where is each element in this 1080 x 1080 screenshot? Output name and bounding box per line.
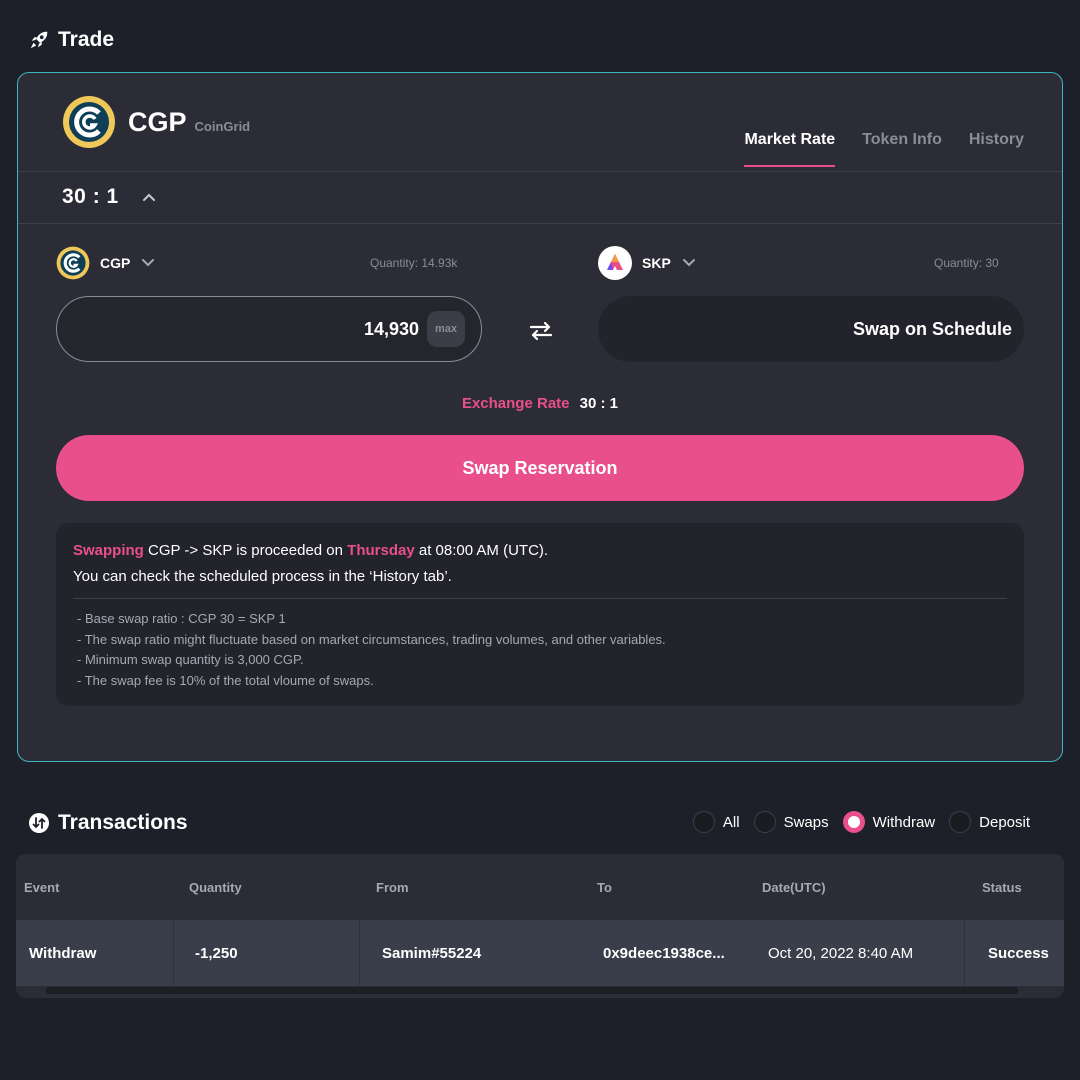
token-symbol: CGP bbox=[128, 106, 187, 137]
to-quantity-label: Quantity: 30 bbox=[934, 256, 999, 270]
to-token-symbol: SKP bbox=[642, 255, 671, 271]
from-quantity-label: Quantity: 14.93k bbox=[370, 256, 458, 270]
swap-direction-icon[interactable] bbox=[527, 317, 555, 345]
rocket-icon bbox=[30, 31, 48, 49]
divider bbox=[18, 223, 1062, 224]
cell-event: Withdraw bbox=[29, 944, 97, 962]
note-line: - Minimum swap quantity is 3,000 CGP. bbox=[77, 652, 304, 667]
filter-label: Swaps bbox=[783, 813, 829, 831]
chevron-down-icon bbox=[682, 259, 695, 267]
transactions-title-text: Transactions bbox=[58, 811, 188, 834]
cell-quantity: -1,250 bbox=[195, 944, 238, 962]
max-button[interactable]: max bbox=[427, 311, 465, 347]
note-line: - The swap fee is 10% of the total vloum… bbox=[77, 672, 374, 688]
chevron-up-icon[interactable] bbox=[141, 189, 157, 205]
to-amount-field[interactable]: Swap on Schedule bbox=[598, 296, 1024, 362]
from-amount-value: 14,930 bbox=[363, 318, 419, 339]
table-row[interactable]: Withdraw -1,250 Samim#55224 0x9deec1938c… bbox=[16, 920, 1064, 986]
transactions-table: Event Quantity From To Date(UTC) Status … bbox=[16, 854, 1064, 998]
column-header-status[interactable]: Status bbox=[982, 880, 1022, 895]
divider bbox=[73, 598, 1007, 599]
filter-all[interactable]: All bbox=[692, 811, 740, 833]
filter-label: Withdraw bbox=[872, 813, 936, 831]
transactions-icon bbox=[29, 813, 49, 833]
info-text: CGP -> SKP is proceeded on bbox=[143, 542, 348, 559]
trade-tabs: Market Rate Token Info History bbox=[744, 131, 1024, 167]
from-token-select[interactable]: CGP bbox=[56, 246, 156, 280]
horizontal-scrollbar[interactable] bbox=[46, 987, 1018, 994]
highlight-text: Swapping bbox=[73, 542, 144, 559]
chevron-down-icon bbox=[142, 259, 155, 267]
note-line: - Base swap ratio : CGP 30 = SKP 1 bbox=[77, 611, 286, 626]
column-header-to[interactable]: To bbox=[597, 880, 612, 895]
to-token-select[interactable]: SKP bbox=[598, 246, 697, 280]
ratio-value: 30 : 1 bbox=[62, 185, 119, 208]
to-amount-value: Swap on Schedule bbox=[852, 318, 1012, 339]
filter-label: All bbox=[722, 813, 740, 831]
swap-info-box: Swapping CGP -> SKP is proceeded on Thur… bbox=[56, 523, 1024, 706]
column-header-event[interactable]: Event bbox=[24, 880, 59, 895]
radio-button-selected[interactable] bbox=[842, 811, 865, 833]
trade-section-title: Trade bbox=[28, 28, 114, 52]
cell-to: 0x9deec1938ce... bbox=[603, 944, 725, 962]
radio-button[interactable] bbox=[949, 811, 972, 833]
transaction-filters: All Swaps Withdraw Deposit bbox=[692, 811, 1030, 833]
cell-from: Samim#55224 bbox=[382, 944, 482, 962]
skp-token-icon bbox=[598, 246, 632, 280]
swap-schedule-text: Swapping CGP -> SKP is proceeded on Thur… bbox=[73, 538, 1007, 564]
column-header-date[interactable]: Date(UTC) bbox=[762, 880, 826, 895]
tab-token-info[interactable]: Token Info bbox=[862, 131, 942, 167]
cell-status: Success bbox=[988, 944, 1049, 962]
trade-card: CGP CoinGrid Market Rate Token Info Hist… bbox=[17, 72, 1063, 762]
token-full-name: CoinGrid bbox=[194, 118, 251, 134]
cell-divider bbox=[359, 920, 360, 986]
cgp-token-icon bbox=[56, 246, 90, 280]
cell-date: Oct 20, 2022 8:40 AM bbox=[768, 944, 914, 962]
cell-divider bbox=[173, 920, 174, 986]
note-line: - The swap ratio might fluctuate based o… bbox=[77, 631, 666, 647]
column-header-from[interactable]: From bbox=[376, 880, 409, 895]
highlight-text: Thursday bbox=[347, 542, 415, 559]
swap-reservation-button[interactable]: Swap Reservation bbox=[56, 435, 1024, 501]
radio-button[interactable] bbox=[753, 811, 776, 833]
filter-label: Deposit bbox=[979, 813, 1030, 831]
exchange-rate: Exchange Rate 30 : 1 bbox=[18, 395, 1062, 412]
transactions-section-title: Transactions bbox=[28, 811, 188, 835]
filter-deposit[interactable]: Deposit bbox=[949, 811, 1030, 833]
info-text: at 08:00 AM (UTC). bbox=[414, 542, 549, 559]
divider bbox=[18, 171, 1062, 172]
coingrid-logo-icon bbox=[63, 96, 115, 148]
from-amount-input[interactable]: 14,930 max bbox=[56, 296, 482, 362]
from-token-symbol: CGP bbox=[100, 255, 131, 271]
radio-button[interactable] bbox=[692, 811, 715, 833]
tab-history[interactable]: History bbox=[969, 131, 1024, 167]
exchange-rate-value: 30 : 1 bbox=[579, 395, 619, 412]
token-header: CGP CoinGrid bbox=[62, 95, 250, 149]
cell-divider bbox=[964, 920, 965, 986]
trade-title-text: Trade bbox=[58, 28, 115, 51]
ratio-row: 30 : 1 bbox=[62, 185, 157, 209]
history-hint-text: You can check the scheduled process in t… bbox=[73, 568, 452, 585]
filter-swaps[interactable]: Swaps bbox=[753, 811, 829, 833]
exchange-rate-label: Exchange Rate bbox=[461, 395, 570, 412]
filter-withdraw[interactable]: Withdraw bbox=[842, 811, 936, 833]
tab-market-rate[interactable]: Market Rate bbox=[744, 131, 836, 167]
column-header-quantity[interactable]: Quantity bbox=[189, 880, 242, 895]
